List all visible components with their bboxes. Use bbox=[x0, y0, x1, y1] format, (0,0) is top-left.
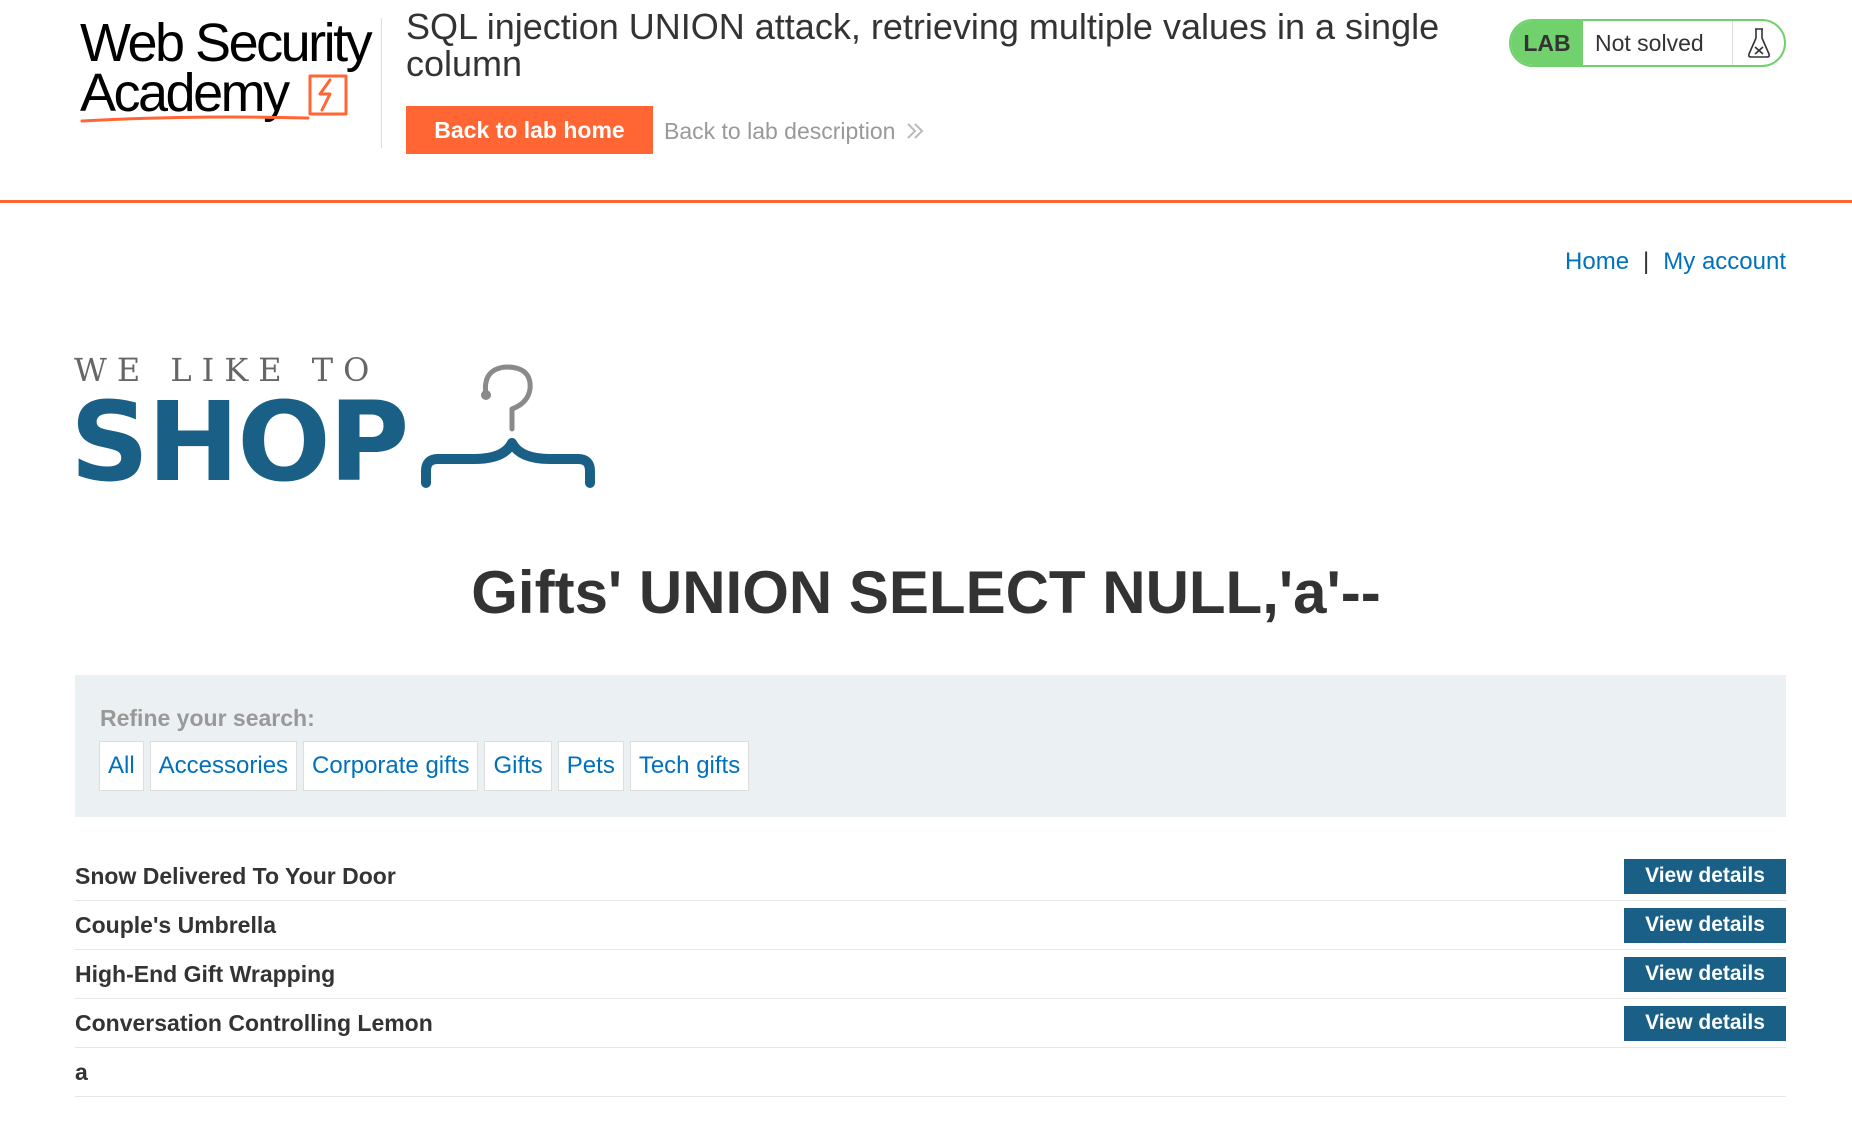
product-name: High-End Gift Wrapping bbox=[75, 960, 336, 987]
header-divider bbox=[381, 18, 382, 148]
product-name: Snow Delivered To Your Door bbox=[75, 862, 396, 889]
hanger-icon bbox=[421, 364, 595, 488]
product-list: Snow Delivered To Your Door View details… bbox=[75, 852, 1786, 1097]
filter-pets[interactable]: Pets bbox=[557, 741, 624, 791]
filter-accessories[interactable]: Accessories bbox=[149, 741, 298, 791]
lab-title: SQL injection UNION attack, retrieving m… bbox=[406, 6, 1440, 84]
lab-status-badge: LAB Not solved bbox=[1509, 19, 1786, 67]
view-details-button[interactable]: View details bbox=[1624, 956, 1786, 992]
logo-bolt-icon bbox=[308, 74, 348, 116]
shop-logo: WE LIKE TO SHOP bbox=[70, 345, 614, 497]
academy-header: Web Security Academy SQL injection UNION… bbox=[0, 0, 1852, 203]
back-to-lab-description-label: Back to lab description bbox=[664, 117, 896, 144]
page-title: Gifts' UNION SELECT NULL,'a'-- bbox=[471, 559, 1381, 626]
view-details-button[interactable]: View details bbox=[1624, 907, 1786, 943]
product-name: Conversation Controlling Lemon bbox=[75, 1009, 433, 1036]
logo-line-2: Academy bbox=[80, 63, 290, 123]
back-to-lab-description-link[interactable]: Back to lab description bbox=[664, 114, 925, 148]
filter-label: Refine your search: bbox=[100, 705, 315, 731]
product-row: a bbox=[75, 1048, 1786, 1097]
product-row: Couple's Umbrella View details bbox=[75, 901, 1786, 950]
product-row: Conversation Controlling Lemon View deta… bbox=[75, 999, 1786, 1048]
nav-separator: | bbox=[1643, 248, 1650, 275]
my-account-link[interactable]: My account bbox=[1663, 248, 1786, 276]
filter-corporate-gifts[interactable]: Corporate gifts bbox=[303, 741, 479, 791]
filter-gifts[interactable]: Gifts bbox=[484, 741, 552, 791]
product-row: High-End Gift Wrapping View details bbox=[75, 950, 1786, 999]
top-nav: Home | My account bbox=[1565, 248, 1786, 276]
logo-line-1: Web Security bbox=[80, 13, 373, 73]
view-details-button[interactable]: View details bbox=[1624, 1005, 1786, 1041]
product-name: a bbox=[75, 1058, 88, 1085]
product-row: Snow Delivered To Your Door View details bbox=[75, 852, 1786, 901]
filter-tech-gifts[interactable]: Tech gifts bbox=[629, 741, 750, 791]
lab-status-tag: LAB bbox=[1511, 21, 1583, 65]
home-link[interactable]: Home bbox=[1565, 248, 1629, 276]
web-security-academy-logo[interactable]: Web Security Academy bbox=[80, 16, 380, 128]
filter-panel: Refine your search: All Accessories Corp… bbox=[75, 675, 1786, 817]
lab-status-text: Not solved bbox=[1583, 21, 1733, 65]
logo-underline-icon bbox=[80, 115, 310, 123]
shop-logo-name: SHOP bbox=[70, 378, 409, 506]
double-chevron-right-icon bbox=[905, 121, 925, 141]
product-name: Couple's Umbrella bbox=[75, 911, 277, 938]
filter-all[interactable]: All bbox=[99, 741, 144, 791]
flask-icon bbox=[1733, 21, 1784, 65]
back-to-lab-home-button[interactable]: Back to lab home bbox=[406, 106, 653, 154]
filter-chip-list: All Accessories Corporate gifts Gifts Pe… bbox=[99, 741, 750, 791]
view-details-button[interactable]: View details bbox=[1624, 858, 1786, 894]
